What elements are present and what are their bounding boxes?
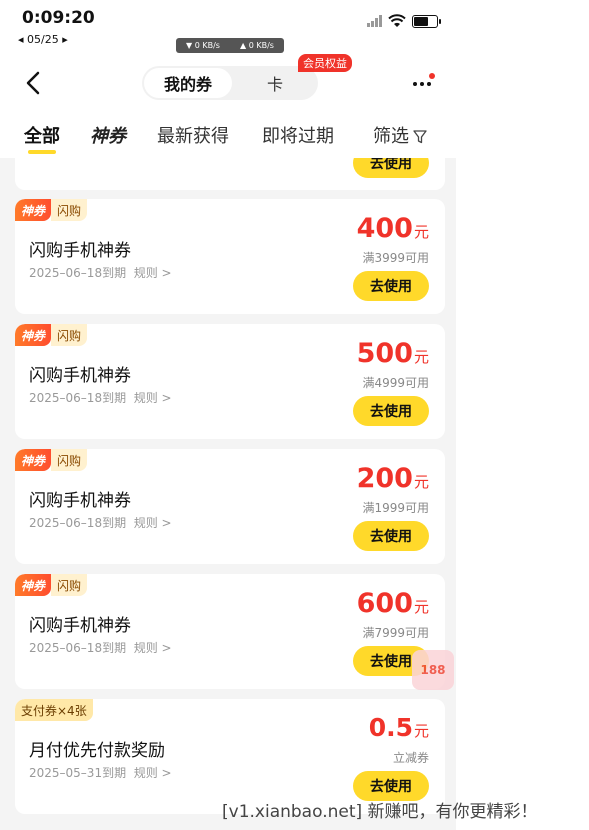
- amount-unit: 元: [413, 473, 429, 491]
- coupon-condition: 满1999可用: [362, 501, 429, 515]
- coupon-amount: 400元: [357, 213, 429, 244]
- coupon-title: 闪购手机神券: [29, 616, 131, 636]
- tab-expiring[interactable]: 即将过期: [262, 122, 334, 148]
- rules-link[interactable]: 规则 >: [134, 266, 172, 280]
- amount-value: 0.5: [368, 713, 413, 742]
- amount-value: 200: [356, 463, 413, 494]
- coupon-card: 神券 闪购 闪购手机神券 2025–06–18到期 规则 > 400元 满399…: [15, 199, 445, 314]
- network-speed: ▼ 0 KB/s ▲ 0 KB/s: [176, 38, 284, 53]
- coupon-list: 去使用 神券 闪购 闪购手机神券 2025–06–18到期 规则 > 400元 …: [0, 158, 456, 830]
- back-to-app-indicator[interactable]: ◂ 05/25 ▸: [18, 33, 68, 46]
- use-button[interactable]: 去使用: [353, 158, 429, 178]
- phone-screen: 0:09:20 ◂ 05/25 ▸ ▼ 0 KB/s ▲ 0 KB/s 我的券 …: [0, 0, 456, 830]
- wifi-icon: [388, 14, 406, 27]
- coupon-amount: 500元: [357, 338, 429, 369]
- amount-unit: 元: [413, 598, 429, 616]
- shen-tag: 神券: [15, 449, 52, 471]
- tab-my-coupons[interactable]: 我的券: [144, 68, 232, 98]
- top-nav: 我的券 卡 会员权益: [0, 54, 456, 108]
- use-button[interactable]: 去使用: [353, 396, 429, 426]
- system-icons: [367, 14, 441, 28]
- expiry-date: 2025–06–18到期: [29, 641, 127, 655]
- coupon-condition: 立减券: [392, 751, 429, 765]
- shen-tag: 神券: [15, 199, 52, 221]
- rules-link[interactable]: 规则 >: [134, 641, 172, 655]
- tab-cards[interactable]: 卡: [250, 66, 300, 100]
- flash-tag: 闪购: [51, 324, 88, 346]
- rules-link[interactable]: 规则 >: [134, 766, 172, 780]
- coupon-card: 神券 闪购 闪购手机神券 2025–06–18到期 规则 > 500元 满499…: [15, 324, 445, 439]
- net-up: ▲ 0 KB/s: [240, 41, 274, 50]
- expiry-date: 2025–06–18到期: [29, 266, 127, 280]
- filter-icon: [413, 130, 427, 144]
- filter-button[interactable]: 筛选: [373, 122, 427, 148]
- payment-coupon-tag: 支付券×4张: [15, 699, 93, 721]
- coupon-tags: 神券 闪购: [15, 574, 88, 596]
- tab-all[interactable]: 全部: [24, 122, 60, 148]
- coupon-amount: 0.5元: [369, 713, 429, 742]
- coupon-expiry: 2025–06–18到期 规则 >: [29, 389, 172, 406]
- back-arrow-icon[interactable]: [22, 68, 44, 98]
- filter-tabs: 全部 神券 最新获得 即将过期 筛选: [0, 108, 456, 158]
- filter-label: 筛选: [373, 126, 409, 147]
- amount-unit: 元: [413, 348, 429, 366]
- flash-tag: 闪购: [51, 449, 88, 471]
- coupon-tags: 神券 闪购: [15, 324, 88, 346]
- tab-latest[interactable]: 最新获得: [157, 122, 229, 148]
- member-benefits-badge[interactable]: 会员权益: [298, 54, 352, 72]
- coupon-title: 闪购手机神券: [29, 491, 131, 511]
- use-button[interactable]: 去使用: [353, 521, 429, 551]
- amount-value: 500: [356, 338, 413, 369]
- shen-tag: 神券: [15, 574, 52, 596]
- use-button[interactable]: 去使用: [353, 271, 429, 301]
- amount-value: 400: [356, 213, 413, 244]
- status-bar: 0:09:20 ◂ 05/25 ▸ ▼ 0 KB/s ▲ 0 KB/s: [0, 0, 456, 58]
- coupon-title: 月付优先付款奖励: [29, 741, 165, 761]
- coupon-amount: 600元: [357, 588, 429, 619]
- coupon-condition: 满3999可用: [362, 251, 429, 265]
- coupon-expiry: 2025–05–31到期 规则 >: [29, 764, 172, 781]
- coupon-condition: 满4999可用: [362, 376, 429, 390]
- expiry-date: 2025–06–18到期: [29, 391, 127, 405]
- shen-tag: 神券: [15, 324, 52, 346]
- coupon-tags: 神券 闪购: [15, 199, 88, 221]
- expiry-date: 2025–05–31到期: [29, 766, 127, 780]
- amount-unit: 元: [413, 223, 429, 241]
- flash-tag: 闪购: [51, 199, 88, 221]
- coupon-tags: 神券 闪购: [15, 449, 88, 471]
- coupon-condition: 满7999可用: [362, 626, 429, 640]
- net-down: ▼ 0 KB/s: [186, 41, 220, 50]
- clock: 0:09:20: [22, 8, 95, 28]
- coupon-card: 神券 闪购 闪购手机神券 2025–06–18到期 规则 > 200元 满199…: [15, 449, 445, 564]
- coupon-card: 神券 闪购 闪购手机神券 2025–06–18到期 规则 > 600元 满799…: [15, 574, 445, 689]
- more-icon[interactable]: [410, 72, 436, 92]
- active-tab-underline: [28, 150, 56, 154]
- coupon-tags: 支付券×4张: [15, 699, 93, 721]
- watermark: [v1.xianbao.net] 新赚吧，有你更精彩！: [222, 802, 538, 822]
- flash-tag: 闪购: [51, 574, 88, 596]
- coupon-expiry: 2025–06–18到期 规则 >: [29, 264, 172, 281]
- amount-unit: 元: [413, 722, 429, 740]
- coupon-title: 闪购手机神券: [29, 241, 131, 261]
- rules-link[interactable]: 规则 >: [134, 516, 172, 530]
- coupon-amount: 200元: [357, 463, 429, 494]
- coupon-expiry: 2025–06–18到期 规则 >: [29, 514, 172, 531]
- coupon-card: 去使用: [15, 158, 445, 190]
- amount-value: 600: [356, 588, 413, 619]
- tab-shen-coupons[interactable]: 神券: [90, 122, 126, 148]
- expiry-date: 2025–06–18到期: [29, 516, 127, 530]
- coupon-expiry: 2025–06–18到期 规则 >: [29, 639, 172, 656]
- rules-link[interactable]: 规则 >: [134, 391, 172, 405]
- coupon-title: 闪购手机神券: [29, 366, 131, 386]
- floating-promo-badge[interactable]: 188: [412, 650, 454, 690]
- signal-icon: [367, 15, 382, 27]
- segment-control: 我的券 卡: [142, 66, 318, 100]
- battery-icon: [412, 14, 441, 28]
